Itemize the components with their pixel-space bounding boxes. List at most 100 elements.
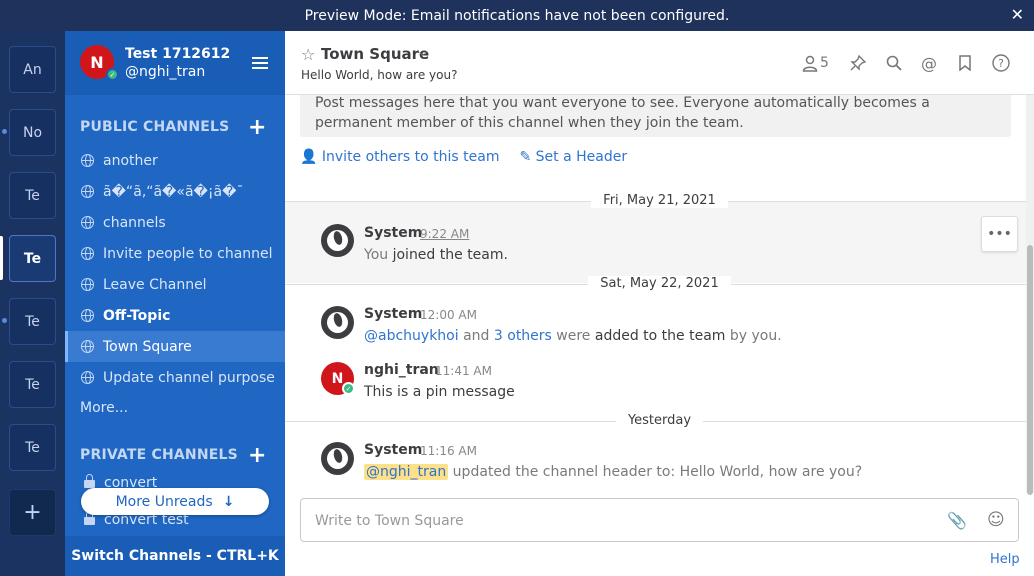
post-message: This is a pin message [364,384,515,400]
svg-text:?: ? [998,57,1004,70]
team-button[interactable]: Te [9,298,56,345]
date-label: Fri, May 21, 2021 [285,193,1034,208]
post[interactable]: System 11:16 AM @nghi_tran updated the c… [285,425,1027,493]
more-unreads-button[interactable]: More Unreads ↓ [81,488,269,515]
post[interactable]: N ✓ nghi_tran 11:41 AM This is a pin mes… [285,349,1027,405]
hamburger-menu-icon[interactable] [252,57,268,69]
sidebar-item-channel-active[interactable]: Town Square [65,331,285,362]
system-avatar [321,442,354,475]
post[interactable]: System 12:00 AM @abchuykhoi and 3 others… [285,285,1027,347]
post-author[interactable]: System [364,306,422,322]
sidebar-item-channel[interactable]: Invite people to channel [65,238,285,269]
post-time[interactable]: 11:41 AM [435,364,492,378]
help-link[interactable]: Help [990,552,1020,567]
team-unread-dot [2,318,7,323]
team-name[interactable]: Test 1712612 [125,46,230,62]
pin-icon[interactable] [848,53,868,73]
globe-icon [81,216,94,229]
post-menu-button[interactable]: ••• [981,216,1018,252]
team-button[interactable]: An [9,46,56,93]
post-message: @abchuykhoi and 3 others were added to t… [364,328,782,344]
online-status-icon: ✓ [106,68,119,81]
add-public-channel-button[interactable]: + [248,117,266,139]
member-count[interactable]: 5 [820,55,829,71]
sidebar-item-channel-unread[interactable]: Off-Topic [65,300,285,331]
channel-label: another [103,152,158,169]
channel-label: Leave Channel [103,276,207,293]
search-icon[interactable] [884,53,904,73]
post-author[interactable]: nghi_tran [364,362,439,378]
channel-label: Town Square [103,338,192,355]
team-button[interactable]: Te [9,361,56,408]
scrollbar-thumb[interactable] [1027,245,1033,495]
channel-label: Invite people to channel [103,245,273,262]
channel-header: ☆ Town Square ⌵ Hello World, how are you… [285,31,1034,95]
help-icon[interactable]: ? [991,53,1011,73]
username[interactable]: @nghi_tran [125,64,205,80]
channel-label: Update channel purpose [103,369,275,386]
more-unreads-label: More Unreads [115,493,213,510]
globe-icon [81,309,94,322]
close-icon[interactable]: ✕ [1011,5,1024,24]
switch-channels-button[interactable]: Switch Channels - CTRL+K [65,536,285,576]
sidebar-item-channel[interactable]: Leave Channel [65,269,285,300]
post-time[interactable]: 12:00 AM [420,308,477,322]
at-mention-icon[interactable]: @ [919,53,939,73]
sidebar-item-channel[interactable]: channels [65,207,285,238]
message-box: 📎 ☺ [300,498,1019,542]
set-header-link[interactable]: ✎ Set a Header [519,149,627,165]
globe-icon [81,340,94,353]
emoji-icon[interactable]: ☺ [987,510,1005,530]
channel-label: Off-Topic [103,307,171,324]
sidebar-item-channel[interactable]: Update channel purpose [65,362,285,393]
team-active-indicator [0,236,3,280]
post-list: Post messages here that you want everyon… [285,95,1034,493]
add-private-channel-button[interactable]: + [248,445,266,467]
preview-mode-banner: Preview Mode: Email notifications have n… [0,0,1034,31]
team-button-active[interactable]: Te [9,235,56,282]
post-message: @nghi_tran updated the channel header to… [364,464,863,480]
team-sidebar: An No Te Te Te Te Te + [0,31,65,576]
channel-header-text: Hello World, how are you? [301,68,458,82]
add-team-button[interactable]: + [9,489,56,536]
sidebar-header: N ✓ Test 1712612 @nghi_tran [65,31,285,95]
channel-label: channels [103,214,166,231]
team-unread-dot [2,129,7,134]
system-avatar [321,224,354,257]
post-time[interactable]: 9:22 AM [420,227,469,241]
team-button[interactable]: Te [9,424,56,471]
attachment-icon[interactable]: 📎 [947,511,967,530]
sidebar-item-channel[interactable]: another [65,145,285,176]
online-status-icon: ✓ [342,382,355,395]
sidebar-item-channel[interactable]: ã�“ã‚“ã�«ã�¡ã�¯ [65,176,285,207]
post[interactable]: System 9:22 AM You joined the team. ••• [285,201,1027,283]
lock-icon [84,510,95,526]
chevron-down-icon[interactable]: ⌵ [418,45,427,60]
post-author[interactable]: System [364,442,422,458]
public-channels-heading: PUBLIC CHANNELS [80,119,230,135]
channel-intro: Post messages here that you want everyon… [300,95,1011,137]
post-author[interactable]: System [364,225,422,241]
team-button[interactable]: No [9,109,56,156]
banner-text: Preview Mode: Email notifications have n… [304,7,730,24]
center-channel: ☆ Town Square ⌵ Hello World, how are you… [285,31,1034,576]
scrollbar[interactable] [1026,95,1034,495]
globe-icon [81,247,94,260]
invite-others-link[interactable]: 👤 Invite others to this team [300,149,499,165]
post-message: You joined the team. [364,247,508,263]
globe-icon [81,278,94,291]
private-channels-heading: PRIVATE CHANNELS [80,447,238,463]
more-channels-link[interactable]: More... [80,400,128,416]
intro-links: 👤 Invite others to this team ✎ Set a Hea… [300,149,627,165]
system-avatar [321,306,354,339]
globe-icon [81,154,94,167]
bookmark-icon[interactable] [955,53,975,73]
globe-icon [81,371,94,384]
channel-title[interactable]: Town Square [321,45,429,63]
arrow-down-icon: ↓ [222,493,235,510]
post-time[interactable]: 11:16 AM [420,444,477,458]
message-input[interactable] [315,510,935,532]
team-button[interactable]: Te [9,172,56,219]
star-icon[interactable]: ☆ [301,45,315,64]
member-icon[interactable] [800,53,820,73]
